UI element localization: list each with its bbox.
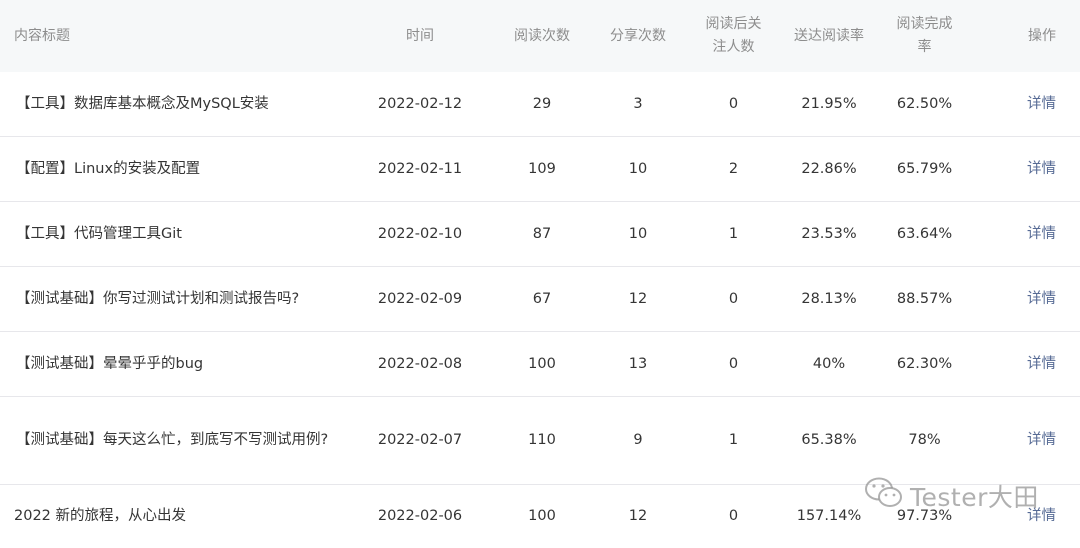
row-time: 2022-02-07	[377, 432, 463, 448]
row-reach-rate: 40%	[812, 355, 846, 372]
row-shares: 12	[628, 290, 648, 307]
row-reads: 109	[528, 160, 556, 177]
table-row: 【工具】代码管理工具Git 2022-02-10 87 10 1 23.53% …	[0, 202, 1080, 267]
row-reads: 110	[528, 432, 556, 448]
row-reach-rate: 28.13%	[801, 290, 857, 307]
header-completion-rate: 阅读完成率	[896, 16, 953, 55]
row-shares: 9	[633, 432, 643, 448]
row-time: 2022-02-11	[377, 160, 463, 177]
row-completion-rate: 62.30%	[896, 355, 953, 372]
header-follows: 阅读后关注人数	[705, 16, 762, 55]
details-link[interactable]: 详情	[1027, 291, 1056, 307]
row-time: 2022-02-06	[377, 508, 463, 524]
row-reach-rate: 22.86%	[801, 160, 857, 177]
row-reads: 100	[528, 508, 556, 524]
row-shares: 10	[628, 160, 648, 177]
row-completion-rate: 63.64%	[896, 225, 953, 242]
row-completion-rate: 88.57%	[896, 290, 953, 307]
table-row: 【测试基础】晕晕乎乎的bug 2022-02-08 100 13 0 40% 6…	[0, 332, 1080, 397]
row-title: 【测试基础】你写过测试计划和测试报告吗?	[16, 290, 300, 307]
details-link[interactable]: 详情	[1027, 96, 1056, 112]
row-follows: 1	[728, 225, 739, 242]
row-shares: 12	[628, 508, 648, 524]
row-title: 2022 新的旅程，从心出发	[14, 508, 187, 524]
row-time: 2022-02-09	[377, 290, 463, 307]
table-row: 【工具】数据库基本概念及MySQL安装 2022-02-12 29 3 0 21…	[0, 72, 1080, 137]
details-link[interactable]: 详情	[1027, 432, 1056, 448]
watermark-text: Tester大田	[910, 483, 1039, 512]
row-reach-rate: 21.95%	[801, 95, 857, 112]
table-row: 【测试基础】每天这么忙，到底写不写测试用例? 2022-02-07 110 9 …	[0, 397, 1080, 485]
wechat-icon	[864, 476, 910, 516]
row-time: 2022-02-10	[377, 225, 463, 242]
row-completion-rate: 62.50%	[896, 95, 953, 112]
row-follows: 0	[728, 355, 739, 372]
row-shares: 13	[628, 355, 648, 372]
row-reads: 29	[532, 95, 552, 112]
row-time: 2022-02-08	[377, 355, 463, 372]
row-reads: 67	[532, 290, 552, 307]
row-title: 【测试基础】晕晕乎乎的bug	[16, 355, 204, 372]
row-follows: 0	[728, 290, 739, 307]
row-reach-rate: 65.38%	[801, 432, 857, 448]
table-header: 内容标题 时间 阅读次数 分享次数 阅读后关注人数 送达阅读率 阅读完成率 操作	[0, 0, 1080, 72]
row-title: 【配置】Linux的安装及配置	[16, 160, 201, 177]
header-reads: 阅读次数	[514, 27, 570, 44]
row-title: 【工具】数据库基本概念及MySQL安装	[16, 95, 269, 112]
row-shares: 3	[633, 95, 643, 112]
row-title: 【测试基础】每天这么忙，到底写不写测试用例?	[16, 432, 329, 448]
header-title: 内容标题	[14, 27, 70, 44]
articles-table: 内容标题 时间 阅读次数 分享次数 阅读后关注人数 送达阅读率 阅读完成率 操作…	[0, 0, 1080, 548]
row-completion-rate: 65.79%	[896, 160, 953, 177]
row-shares: 10	[628, 225, 648, 242]
row-follows: 1	[728, 432, 739, 448]
header-shares: 分享次数	[610, 27, 666, 44]
details-link[interactable]: 详情	[1027, 356, 1056, 372]
row-time: 2022-02-12	[377, 95, 463, 112]
row-title: 【工具】代码管理工具Git	[16, 225, 182, 242]
row-follows: 0	[728, 95, 739, 112]
table-row: 【测试基础】你写过测试计划和测试报告吗? 2022-02-09 67 12 0 …	[0, 267, 1080, 332]
row-reach-rate: 157.14%	[796, 508, 862, 524]
watermark: Tester大田	[864, 476, 1039, 516]
row-follows: 2	[728, 160, 739, 177]
details-link[interactable]: 详情	[1027, 226, 1056, 242]
header-time: 时间	[406, 27, 434, 44]
header-action: 操作	[1028, 27, 1056, 44]
details-link[interactable]: 详情	[1027, 161, 1056, 177]
table-row: 【配置】Linux的安装及配置 2022-02-11 109 10 2 22.8…	[0, 137, 1080, 202]
row-reads: 100	[528, 355, 556, 372]
header-reach-rate: 送达阅读率	[794, 27, 864, 44]
row-follows: 0	[728, 508, 739, 524]
row-completion-rate: 78%	[908, 432, 941, 448]
row-reads: 87	[532, 225, 552, 242]
row-reach-rate: 23.53%	[801, 225, 857, 242]
